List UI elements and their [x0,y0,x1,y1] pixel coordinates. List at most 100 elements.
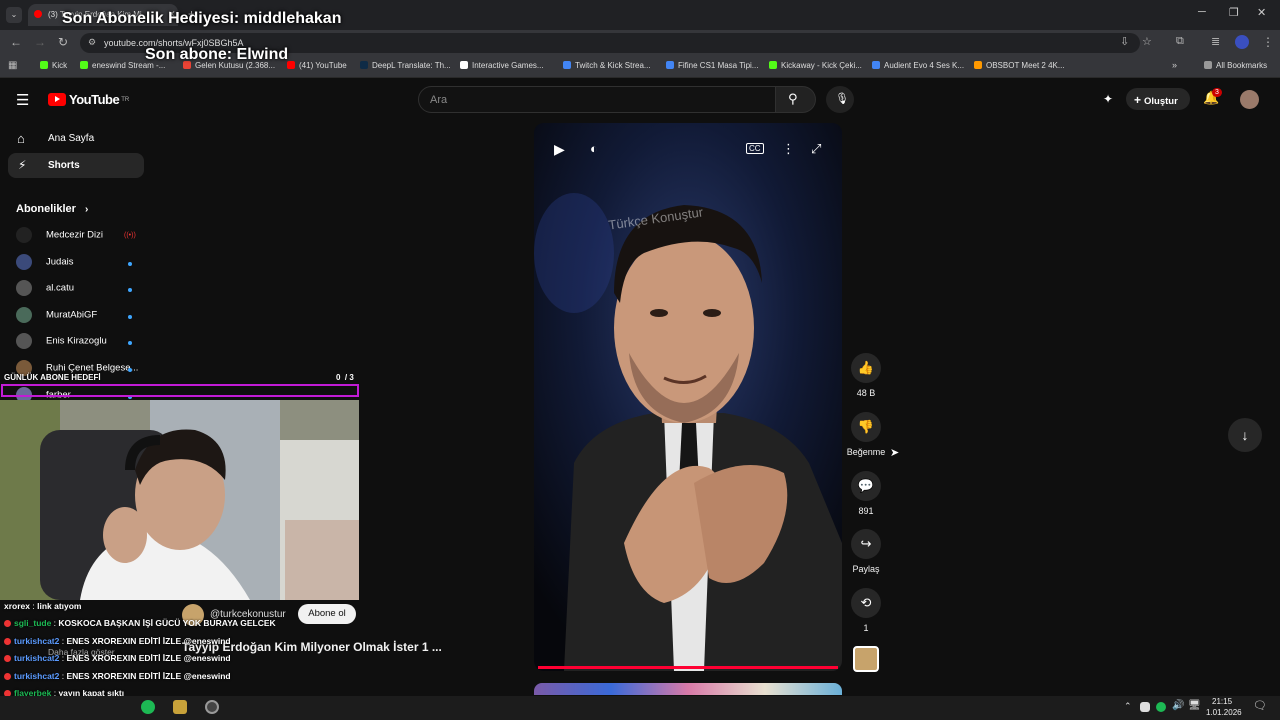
subscription-name: Enis Kirazoglu [46,335,107,347]
app-taskbar-icon[interactable] [173,700,187,714]
share-button[interactable]: ↪ [851,529,881,559]
subscriptions-label: Abonelikler [16,203,76,215]
sidebar-subscription-item[interactable]: Judais [16,253,146,274]
back-icon[interactable]: ← [10,35,22,49]
hamburger-menu-icon[interactable]: ☰ [16,91,29,109]
chat-message: turkishcat2 : ENES XROREXIN EDİTİ İZLE @… [4,671,231,681]
subscription-name: al.catu [46,282,74,294]
bookmark-link[interactable]: Audient Evo 4 Ses K... [872,61,964,70]
search-button[interactable]: ⚲ [776,86,816,113]
chat-text: link atıyom [37,601,82,611]
comments-button[interactable]: 💬 [851,471,881,501]
comment-count: 891 [858,506,874,516]
dislike-button[interactable]: 👎 [851,412,881,442]
bookmark-link[interactable]: Fifine CS1 Masa Tipi... [666,61,758,70]
bookmark-link[interactable]: DeepL Translate: Th... [360,61,451,70]
clock-date[interactable]: 1.01.2026 [1206,708,1242,717]
chat-text: ENES XROREXIN EDİTİ İZLE @eneswind [66,635,231,646]
bookmark-favicon-icon [666,61,674,69]
chat-badge-icon [4,655,11,663]
bookmark-link[interactable]: (41) YouTube [287,61,347,70]
bookmark-favicon-icon [769,61,777,69]
bookmark-star-icon[interactable]: ☆ [1142,35,1152,48]
network-tray-icon[interactable]: 🖥 [1188,700,1201,711]
browser-menu-icon[interactable]: ⋮ [1262,35,1274,49]
next-short-preview[interactable] [534,683,842,695]
tab-list-button[interactable]: ⌄ [6,7,22,23]
subscription-name: Ruhi Çenet Belgese... [46,362,139,374]
spotify-taskbar-icon[interactable] [141,700,155,714]
bookmark-label: (41) YouTube [299,61,347,70]
search-icon: ⚲ [788,91,798,106]
daily-sub-goal-label: GÜNLÜK ABONE HEDEFİ [4,373,101,382]
all-bookmarks-link[interactable]: All Bookmarks [1204,61,1267,70]
close-window-icon[interactable]: ✕ [1257,6,1266,19]
notification-center-icon[interactable]: 🗨 [1253,699,1267,712]
youtube-logo[interactable]: YouTube TR [48,92,129,107]
like-button[interactable]: 👍 [851,353,881,383]
reload-icon[interactable]: ↻ [58,35,68,49]
last-gift-sub-text: Son Abonelik Hediyesi: middlehakan [62,10,342,27]
chat-shortcut-icon[interactable]: ✦ [1103,92,1113,106]
sidebar-item-home[interactable]: ⌂ Ana Sayfa [8,126,144,151]
sidebar-subscription-item[interactable]: al.catu [16,280,146,300]
plus-icon: + [1134,93,1142,107]
spotify-tray-icon[interactable] [1156,702,1166,712]
bookmark-link[interactable]: Kick [40,61,67,70]
clock-time[interactable]: 21:15 [1212,697,1232,706]
volume-icon[interactable]: ◐ [590,141,598,156]
more-options-icon[interactable]: ⋮ [782,141,795,157]
volume-tray-icon[interactable]: 🔊 [1172,700,1184,711]
obs-taskbar-icon[interactable] [205,700,219,714]
restore-icon[interactable]: ❐ [1229,6,1239,19]
subscription-name: Medcezir Dizi [46,229,104,241]
sidebar-subscription-item[interactable]: Enis Kirazoglu [16,333,146,353]
subscription-name: MuratAbiGF [46,309,98,321]
bookmark-link[interactable]: OBSBOT Meet 2 4K... [974,61,1065,70]
shorts-video-player[interactable]: Türkçe Konuştur ▶ ◐ CC ⋮ ⤢ [534,123,842,671]
bookmark-link[interactable]: Twitch & Kick Strea... [563,61,651,70]
play-icon[interactable]: ▶ [554,141,565,158]
bookmark-label: Audient Evo 4 Ses K... [884,61,965,70]
sidebar-subscription-item[interactable]: MuratAbiGF [16,306,146,327]
sidebar-item-shorts[interactable]: ⚡ Shorts [8,153,144,178]
chat-text: ENES XROREXIN EDİTİ İZLE @eneswind [66,670,231,681]
forward-icon[interactable]: → [34,35,46,49]
site-info-icon[interactable]: ⚙ [88,37,96,48]
bookmark-link[interactable]: Kickaway - Kick Çeki... [769,61,862,70]
subscribe-button[interactable]: Abone ol [298,604,356,624]
minimize-icon[interactable]: ─ [1198,6,1206,18]
like-count: 48 B [856,388,876,398]
search-input[interactable]: Ara [418,86,776,113]
folder-icon [1204,61,1212,69]
captions-icon[interactable]: CC [746,143,764,154]
new-content-dot [128,314,132,319]
install-app-icon[interactable]: ⇩ [1120,35,1129,48]
bookmark-link[interactable]: Interactive Games... [460,61,544,70]
media-control-icon[interactable]: ≣ [1211,35,1220,48]
sidebar-home-label: Ana Sayfa [48,133,95,144]
create-button[interactable]: + Oluştur [1126,88,1190,110]
create-label: Oluştur [1144,96,1178,107]
share-arrow-icon: ↪ [860,536,872,551]
tray-chevron-icon[interactable]: ⌃ [1124,701,1132,712]
bookmarks-overflow-icon[interactable]: » [1172,60,1177,70]
mouse-cursor-icon: ➤ [890,447,900,459]
bookmark-label: Kickaway - Kick Çeki... [781,61,862,70]
search-placeholder: Ara [430,94,448,106]
bookmark-label: Twitch & Kick Strea... [575,61,651,70]
account-avatar[interactable] [1240,90,1259,109]
discord-tray-icon[interactable] [1140,702,1150,712]
subscriptions-header[interactable]: Abonelikler › [16,203,88,215]
profile-avatar[interactable] [1235,35,1249,49]
next-video-button[interactable]: ↓ [1228,418,1262,452]
sound-thumbnail[interactable] [853,646,879,672]
extensions-icon[interactable]: ⧉ [1176,35,1184,48]
fullscreen-icon[interactable]: ⤢ [811,141,821,157]
webcam-image [0,400,359,600]
bookmark-favicon-icon [460,61,468,69]
remix-button[interactable]: ⟲ [851,588,881,618]
voice-search-button[interactable]: 🎙 [826,86,854,113]
bookmark-favicon-icon [287,61,295,69]
apps-grid-icon[interactable]: ▦ [8,60,17,71]
